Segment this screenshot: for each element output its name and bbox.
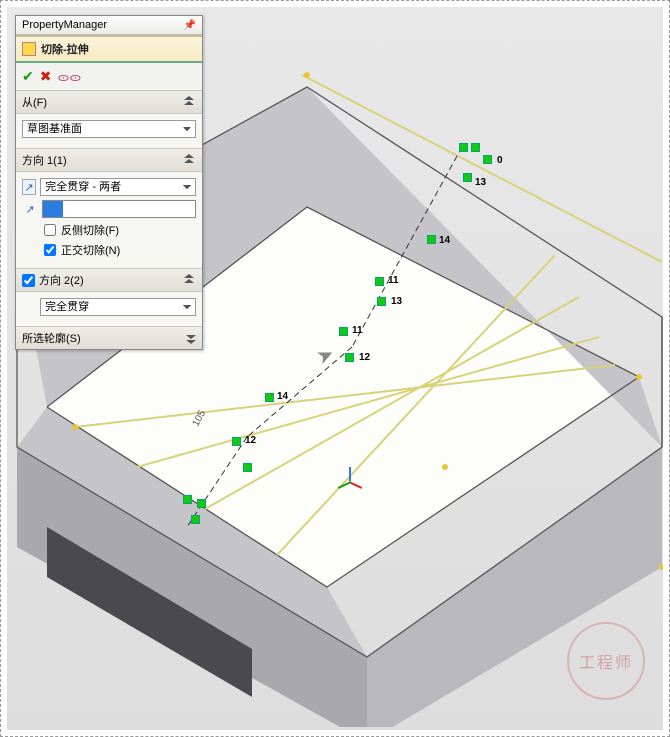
sketch-node[interactable] bbox=[483, 155, 492, 164]
node-label: 14 bbox=[277, 391, 288, 402]
sketch-node[interactable] bbox=[375, 277, 384, 286]
reverse-direction-icon[interactable]: ↗ bbox=[22, 179, 36, 195]
sketch-node[interactable] bbox=[427, 235, 436, 244]
cut-extrude-icon bbox=[22, 42, 36, 56]
chevron-up-icon bbox=[184, 332, 196, 344]
pm-title: PropertyManager bbox=[22, 19, 107, 31]
direction-vector-icon[interactable]: ↗ bbox=[22, 201, 38, 217]
watermark-text: 工程师 bbox=[579, 649, 633, 673]
node-label: 13 bbox=[475, 177, 486, 188]
section-contours-title: 所选轮廓(S) bbox=[22, 330, 81, 346]
flip-side-label: 反侧切除(F) bbox=[61, 222, 119, 238]
sketch-node[interactable] bbox=[377, 297, 386, 306]
property-manager-panel: PropertyManager 📌 切除-拉伸 ✔ ✖ ᯣᯣ 从(F) 草图基准… bbox=[15, 15, 203, 350]
section-dir1-body: ↗ 完全贯穿 - 两者 ↗ 反侧切除(F) 正交切除(N) bbox=[16, 172, 202, 269]
node-label: 11 bbox=[388, 275, 399, 286]
sketch-node[interactable] bbox=[459, 143, 468, 152]
sketch-node[interactable] bbox=[345, 353, 354, 362]
normal-cut-label: 正交切除(N) bbox=[61, 242, 120, 258]
chevron-up-icon bbox=[184, 274, 196, 286]
sketch-node[interactable] bbox=[243, 463, 252, 472]
origin-triad-icon bbox=[337, 467, 363, 493]
section-from-title: 从(F) bbox=[22, 94, 47, 110]
from-plane-select[interactable]: 草图基准面 bbox=[22, 120, 196, 138]
sketch-node[interactable] bbox=[463, 173, 472, 182]
node-label: 14 bbox=[439, 235, 450, 246]
flip-side-checkbox[interactable] bbox=[44, 224, 56, 236]
sketch-node[interactable] bbox=[197, 499, 206, 508]
section-dir2-header[interactable]: 方向 2(2) bbox=[16, 269, 202, 292]
sketch-node[interactable] bbox=[265, 393, 274, 402]
dir2-enable-checkbox[interactable] bbox=[22, 274, 35, 287]
node-label: 12 bbox=[359, 352, 370, 363]
sketch-node[interactable] bbox=[183, 495, 192, 504]
sketch-node[interactable] bbox=[191, 515, 200, 524]
sketch-node[interactable] bbox=[339, 327, 348, 336]
section-contours-header[interactable]: 所选轮廓(S) bbox=[16, 327, 202, 349]
section-from-header[interactable]: 从(F) bbox=[16, 91, 202, 114]
node-label: 13 bbox=[391, 296, 402, 307]
sketch-node[interactable] bbox=[471, 143, 480, 152]
node-label: 12 bbox=[245, 435, 256, 446]
node-label: 11 bbox=[352, 325, 363, 336]
cancel-button[interactable]: ✖ bbox=[40, 68, 52, 85]
direction-vector-input[interactable] bbox=[42, 200, 196, 218]
pin-icon[interactable]: 📌 bbox=[184, 20, 196, 31]
section-dir1-title: 方向 1(1) bbox=[22, 152, 67, 168]
section-dir2-body: 完全贯穿 bbox=[16, 292, 202, 327]
confirm-row: ✔ ✖ ᯣᯣ bbox=[16, 63, 202, 91]
app-frame: ➤ 0 13 14 11 bbox=[0, 0, 670, 737]
feature-name: 切除-拉伸 bbox=[41, 41, 89, 57]
dir2-endcondition-select[interactable]: 完全贯穿 bbox=[40, 298, 196, 316]
watermark-stamp: 工程师 bbox=[567, 622, 645, 700]
dir1-endcondition-select[interactable]: 完全贯穿 - 两者 bbox=[40, 178, 196, 196]
section-dir2-title: 方向 2(2) bbox=[39, 272, 84, 288]
ok-button[interactable]: ✔ bbox=[22, 68, 34, 85]
chevron-up-icon bbox=[184, 96, 196, 108]
section-from-body: 草图基准面 bbox=[16, 114, 202, 149]
preview-button[interactable]: ᯣᯣ bbox=[57, 68, 81, 85]
pm-header: PropertyManager 📌 bbox=[16, 16, 202, 35]
section-dir1-header[interactable]: 方向 1(1) bbox=[16, 149, 202, 172]
normal-cut-checkbox[interactable] bbox=[44, 244, 56, 256]
node-label: 0 bbox=[497, 155, 503, 166]
feature-name-bar: 切除-拉伸 bbox=[16, 35, 202, 63]
sketch-node[interactable] bbox=[232, 437, 241, 446]
chevron-up-icon bbox=[184, 154, 196, 166]
